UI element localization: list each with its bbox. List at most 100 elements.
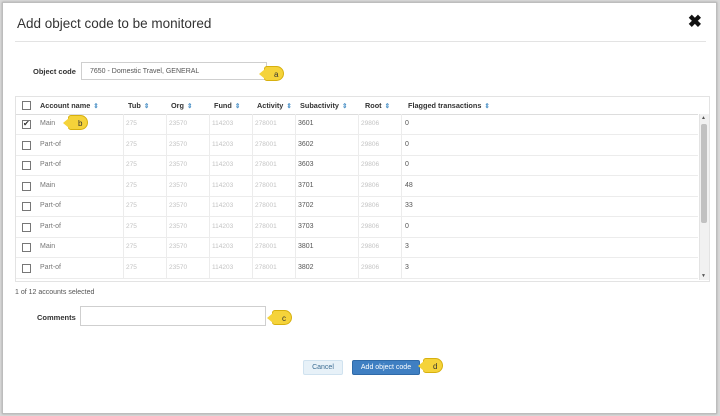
subactivity-cell: 3602 (298, 140, 314, 148)
col-tub[interactable]: Tub ⇕ (128, 97, 149, 114)
table-scrollbar[interactable]: ▲ ▼ (699, 114, 709, 280)
root-cell: 29806 (361, 243, 380, 250)
col-flagged-transactions[interactable]: Flagged transactions ⇕ (408, 97, 490, 114)
column-divider (209, 237, 210, 257)
col-subactivity[interactable]: Subactivity ⇕ (300, 97, 347, 114)
scroll-up-icon[interactable]: ▲ (701, 115, 706, 121)
row-checkbox[interactable] (22, 161, 31, 170)
column-divider (401, 216, 402, 237)
callout-a: a (259, 66, 284, 81)
select-all-checkbox[interactable] (22, 101, 31, 110)
col-account-name[interactable]: Account name ⇕ (40, 97, 99, 114)
root-cell: 29806 (361, 202, 380, 209)
org-cell: 23570 (169, 243, 188, 250)
flagged-transactions-cell: 48 (405, 181, 413, 189)
org-cell: 23570 (169, 222, 188, 230)
tub-cell: 275 (126, 263, 137, 271)
table-row[interactable]: Part-of 275 23570 114203 278001 3602 29806 0 (16, 134, 698, 156)
column-divider (252, 216, 253, 237)
row-checkbox[interactable] (22, 263, 31, 273)
table-row[interactable]: Part-of 275 23570 114203 278001 3802 29806 3 (16, 257, 698, 279)
fund-cell: 114203 (212, 263, 234, 271)
column-divider (401, 196, 402, 216)
tub-cell: 275 (126, 120, 137, 127)
row-checkbox[interactable] (22, 140, 31, 150)
col-root[interactable]: Root ⇕ (365, 97, 390, 114)
column-divider (401, 155, 402, 175)
object-code-field[interactable]: 7650 - Domestic Travel, GENERAL (81, 62, 267, 80)
table-row[interactable]: Part-of 275 23570 114203 278001 3702 29806 33 (16, 196, 698, 217)
sort-icon: ⇕ (384, 103, 391, 110)
account-name-cell: Part-of (40, 161, 62, 168)
row-checkbox[interactable] (22, 222, 31, 232)
column-divider (358, 216, 359, 237)
column-divider (166, 175, 167, 196)
column-divider (295, 155, 296, 175)
close-icon[interactable]: ✖ (688, 13, 702, 30)
comments-input[interactable] (80, 306, 266, 326)
fund-cell: 114203 (212, 140, 234, 148)
table-row[interactable]: Main 275 23570 114203 278001 3601 29806 0 (16, 114, 698, 135)
activity-cell: 278001 (255, 263, 277, 271)
org-cell: 23570 (169, 263, 188, 271)
scrollbar-thumb[interactable] (701, 124, 707, 223)
dialog-title: Add object code to be monitored (17, 16, 212, 31)
column-divider (295, 257, 296, 278)
table-row[interactable]: Part-of 275 23570 114203 278001 3603 29806 0 (16, 155, 698, 176)
scroll-down-icon[interactable]: ▼ (701, 273, 706, 279)
col-org[interactable]: Org ⇕ (171, 97, 192, 114)
column-divider (209, 196, 210, 216)
column-divider (123, 134, 124, 155)
flagged-transactions-cell: 33 (405, 202, 413, 209)
sort-icon: ⇕ (93, 103, 99, 110)
add-object-code-button[interactable]: Add object code (352, 360, 420, 375)
activity-cell: 278001 (255, 140, 277, 148)
table-row[interactable]: Main 275 23570 114203 278001 3701 29806 48 (16, 175, 698, 197)
column-divider (401, 237, 402, 257)
row-checkbox[interactable] (22, 243, 31, 252)
column-divider (295, 196, 296, 216)
column-divider (209, 155, 210, 175)
column-divider (295, 134, 296, 155)
add-object-code-dialog: Add object code to be monitored ✖ Object… (2, 2, 717, 414)
row-checkbox[interactable] (22, 202, 31, 211)
column-divider (252, 257, 253, 278)
column-divider (209, 134, 210, 155)
org-cell: 23570 (169, 181, 188, 189)
account-name-cell: Part-of (40, 140, 62, 148)
column-divider (166, 134, 167, 155)
flagged-transactions-cell: 3 (405, 243, 409, 250)
column-divider (358, 114, 359, 134)
root-cell: 29806 (361, 181, 380, 189)
subactivity-cell: 3801 (298, 243, 314, 250)
column-divider (209, 175, 210, 196)
callout-d: d (418, 358, 443, 373)
account-name-cell: Main (40, 181, 56, 189)
fund-cell: 114203 (212, 181, 234, 189)
column-divider (123, 114, 124, 134)
col-activity[interactable]: Activity ⇕ (257, 97, 292, 114)
column-divider (401, 257, 402, 278)
activity-cell: 278001 (255, 181, 277, 189)
subactivity-cell: 3601 (298, 120, 314, 127)
col-fund[interactable]: Fund ⇕ (214, 97, 240, 114)
sort-icon: ⇕ (186, 103, 193, 110)
table-row[interactable]: Part-of 275 23570 114203 278001 3703 29806 0 (16, 216, 698, 238)
subactivity-cell: 3703 (298, 222, 314, 230)
cancel-button[interactable]: Cancel (303, 360, 343, 375)
table-row[interactable]: Main 275 23570 114203 278001 3801 29806 3 (16, 237, 698, 258)
sort-icon: ⇕ (234, 103, 241, 110)
subactivity-cell: 3802 (298, 263, 314, 271)
column-divider (166, 114, 167, 134)
row-checkbox[interactable] (22, 181, 31, 191)
tub-cell: 275 (126, 181, 137, 189)
root-cell: 29806 (361, 222, 380, 230)
fund-cell: 114203 (212, 161, 234, 168)
activity-cell: 278001 (255, 161, 277, 168)
root-cell: 29806 (361, 161, 380, 168)
column-divider (123, 257, 124, 278)
callout-c: c (267, 310, 292, 325)
column-divider (209, 257, 210, 278)
row-checkbox[interactable] (22, 119, 31, 129)
flagged-transactions-cell: 0 (405, 222, 409, 230)
